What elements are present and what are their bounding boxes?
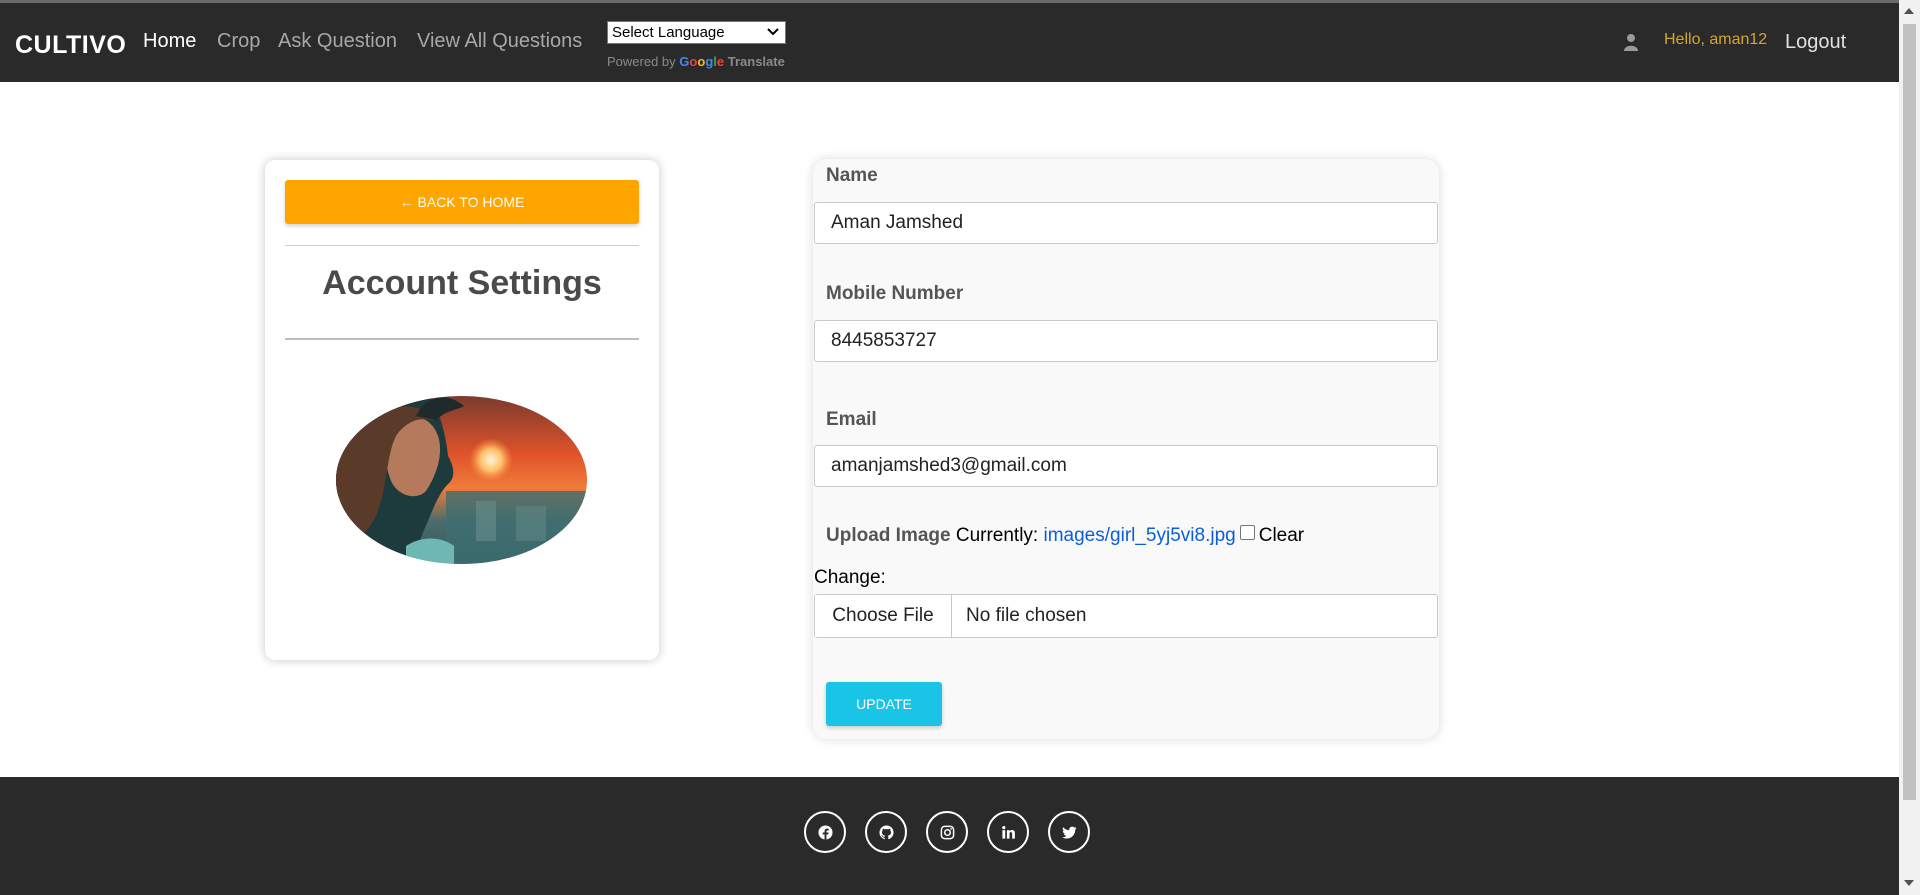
name-label: Name [826,165,878,186]
mobile-label: Mobile Number [826,283,964,304]
navbar: CULTIVO Home Crop Ask Question View All … [0,0,1899,82]
divider [285,245,639,246]
translate-link[interactable]: Translate [728,54,785,69]
nav-view-all-questions[interactable]: View All Questions [417,30,582,53]
google-translate-credit: Powered by Google Translate [607,54,785,69]
back-to-home-button[interactable]: ← BACK TO HOME [285,180,639,224]
file-status: No file chosen [966,605,1087,626]
twitter-glyph [1061,826,1077,838]
nav-ask-question[interactable]: Ask Question [278,30,397,53]
user-greeting[interactable]: Hello, aman12 [1664,31,1767,49]
language-select-value: Select Language [612,24,725,41]
change-label: Change: [814,567,886,588]
current-image-link[interactable]: images/girl_5yj5vi8.jpg [1044,525,1236,546]
update-button[interactable]: UPDATE [826,682,942,726]
divider [285,338,639,340]
upload-image-label: Upload Image [826,525,951,546]
clear-checkbox[interactable] [1239,525,1255,540]
footer [0,777,1899,895]
twitter-icon[interactable] [1048,811,1090,853]
github-icon[interactable] [865,811,907,853]
scroll-up-arrow-icon[interactable] [1904,8,1914,14]
github-glyph [878,824,894,839]
scroll-down-arrow-icon[interactable] [1904,880,1914,886]
chevron-down-icon [767,28,779,36]
clear-label: Clear [1258,525,1305,546]
language-select[interactable]: Select Language [607,21,786,44]
brand-logo[interactable]: CULTIVO [15,31,126,60]
email-input[interactable]: amanjamshed3@gmail.com [814,445,1438,487]
page-scrollbar[interactable] [1899,0,1920,895]
choose-file-button[interactable]: Choose File [815,595,952,637]
page-title: Account Settings [322,264,602,302]
profile-form: Name Aman Jamshed Mobile Number 84458537… [813,159,1439,739]
profile-photo [336,396,587,564]
nav-crop[interactable]: Crop [217,30,260,53]
profile-avatar [336,396,587,564]
facebook-glyph [817,824,833,840]
account-settings-card: ← BACK TO HOME Account Settings [265,160,659,660]
google-logo: Google [679,54,725,69]
instagram-glyph [940,825,954,839]
email-label: Email [826,409,877,430]
user-icon [1624,34,1638,51]
nav-home[interactable]: Home [143,30,196,53]
currently-label: Currently: [955,525,1039,546]
instagram-icon[interactable] [926,811,968,853]
linkedin-glyph [1001,825,1015,839]
logout-link[interactable]: Logout [1785,31,1846,54]
scrollbar-thumb[interactable] [1903,24,1916,800]
upload-image-row: Upload Image Currently: images/girl_5yj5… [826,525,1304,547]
facebook-icon[interactable] [804,811,846,853]
file-input[interactable]: Choose File No file chosen [814,594,1438,638]
name-input[interactable]: Aman Jamshed [814,202,1438,244]
linkedin-icon[interactable] [987,811,1029,853]
mobile-input[interactable]: 8445853727 [814,320,1438,362]
